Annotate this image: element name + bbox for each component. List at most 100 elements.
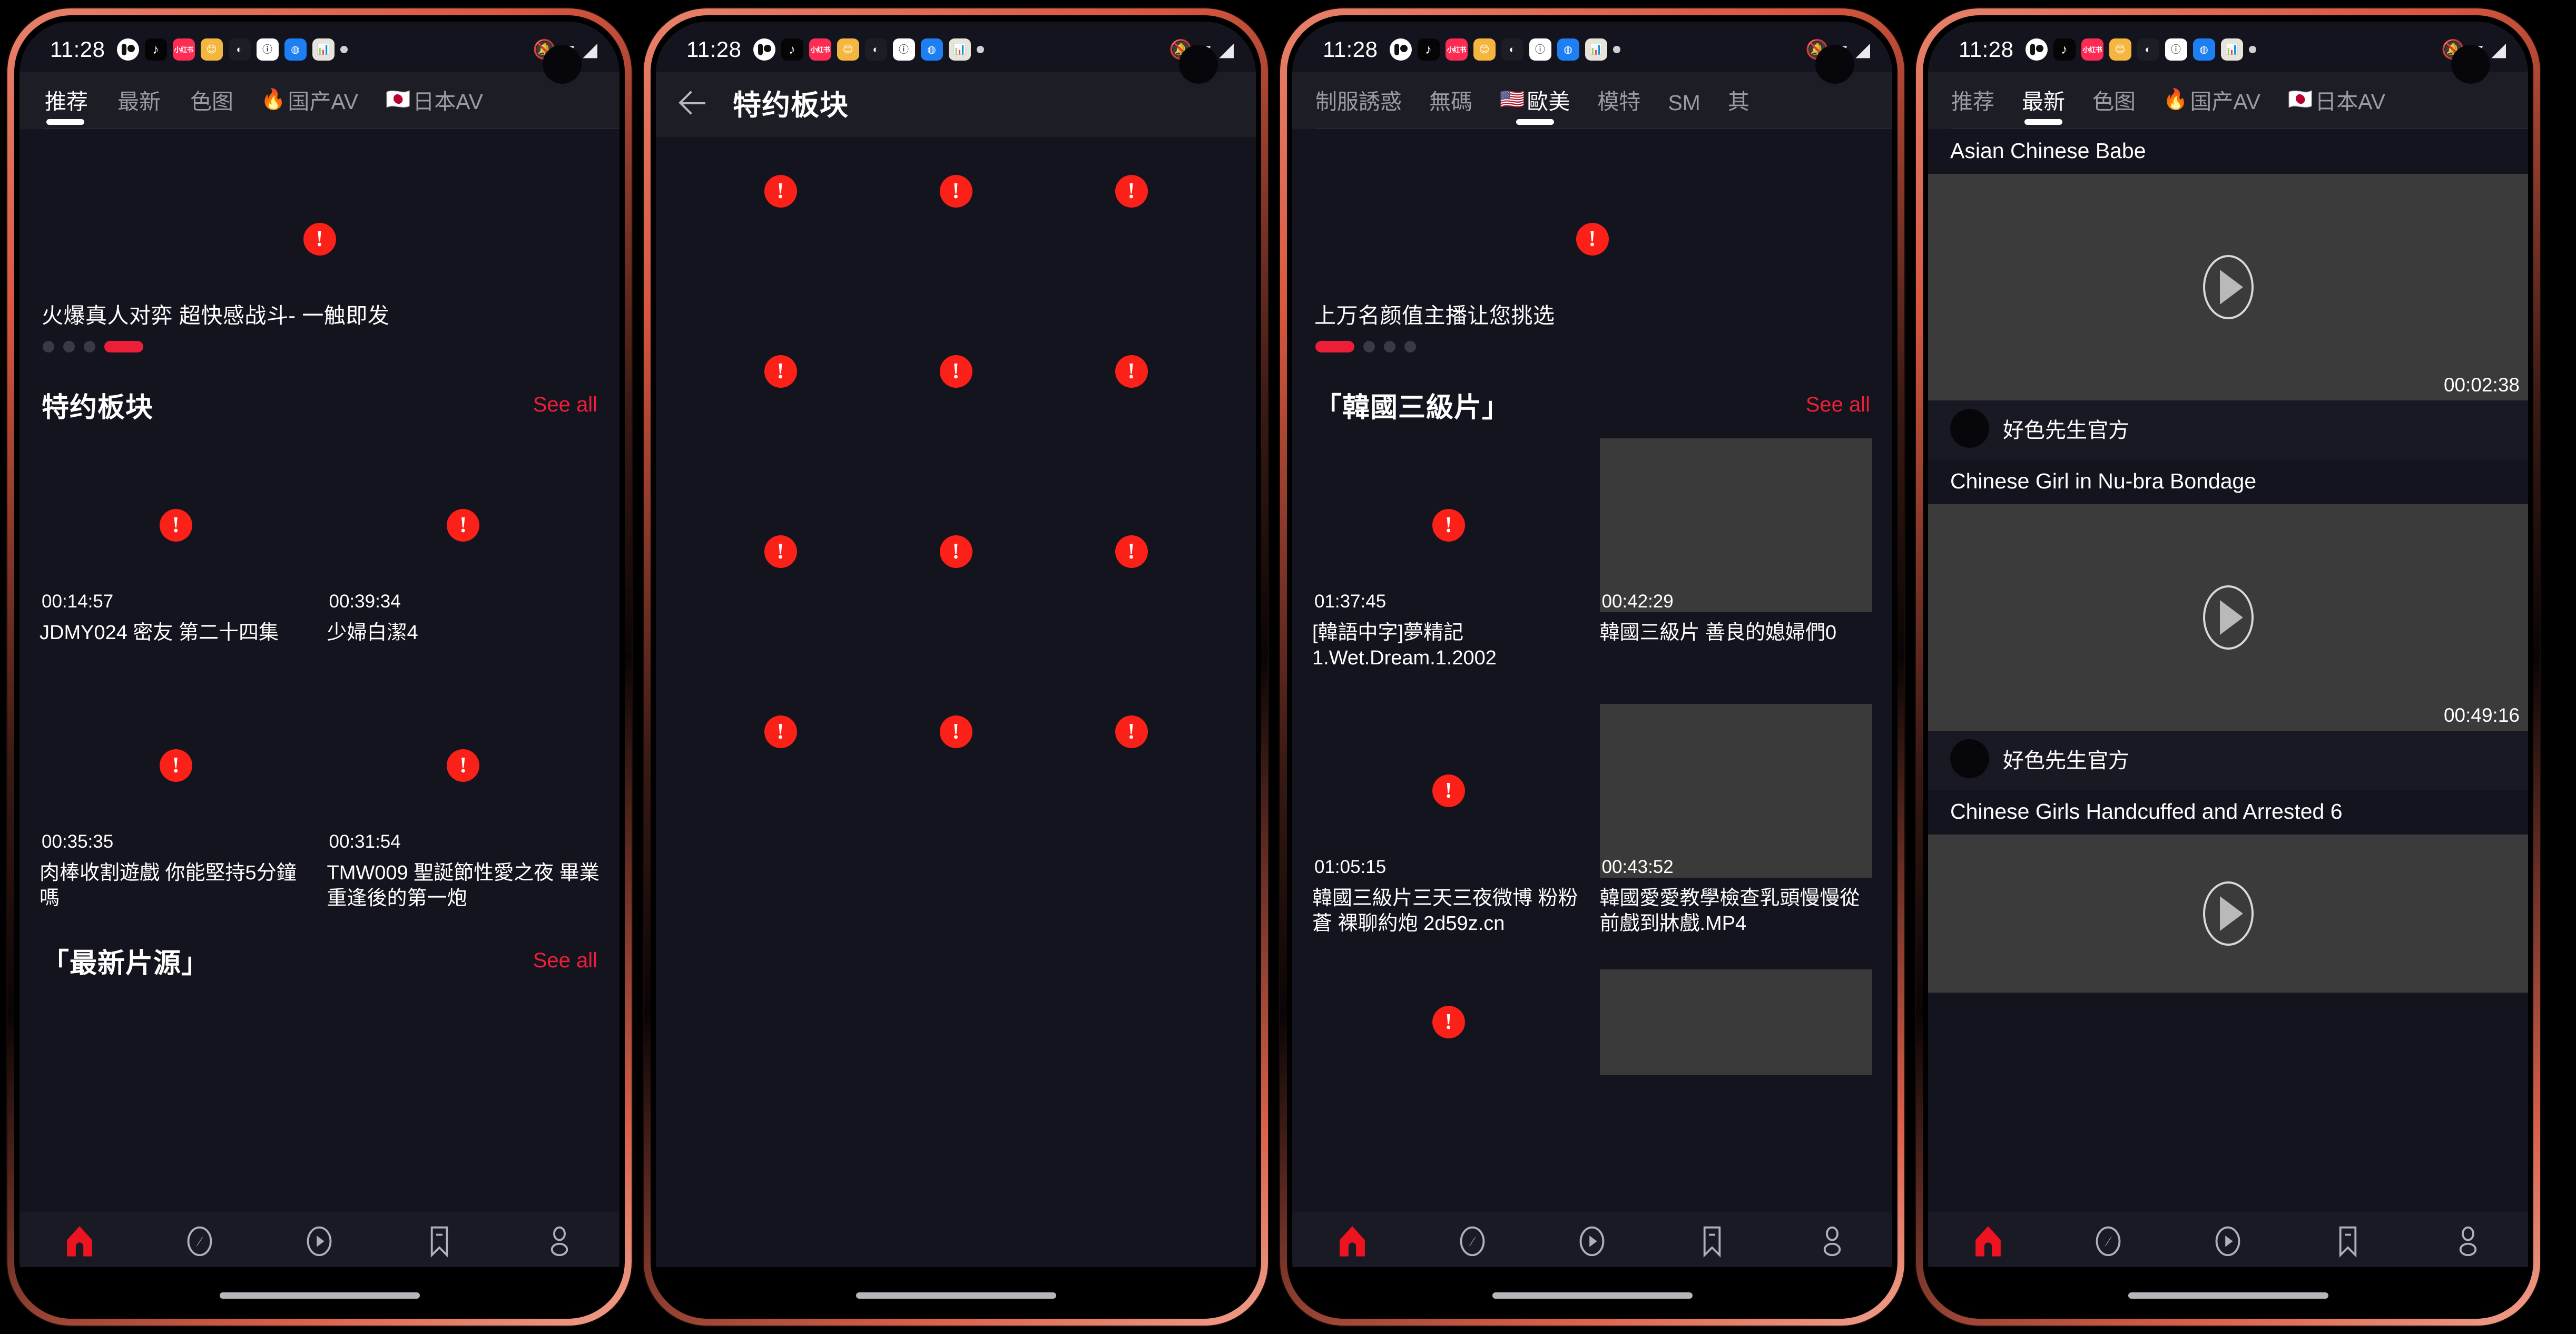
tab-guochan-av[interactable]: 🔥 国产AV [2163,84,2260,129]
phone-1-content: ! 火爆真人对弈 超快感战斗- 一触即发 特约板块 See all ! 00:1… [19,129,620,1212]
see-all-link[interactable]: See all [1806,393,1870,417]
tab-setu[interactable]: 色图 [188,84,233,129]
tab-wuma[interactable]: 無碼 [1429,84,1472,129]
author-name: 好色先生官方 [2003,749,2129,772]
video-thumbnail[interactable]: ! 00:31:54 [327,679,600,852]
tab-setu[interactable]: 色图 [2092,84,2136,129]
avatar [1950,409,1989,448]
banner-pagination[interactable] [43,341,143,352]
video-card[interactable]: ! 00:14:57 JDMY024 密友 第二十四集 [40,438,312,646]
see-all-link[interactable]: See all [533,393,597,417]
category-tab-bar[interactable]: 制服誘惑 無碼 🇺🇸 歐美 模特 SM 其 [1292,72,1892,129]
video-card[interactable]: ! 01:37:45 [韓語中字]夢精記 1.Wet.Dream.1.2002 [1312,438,1585,671]
video-card[interactable]: ! 00:35:35 肉棒收割遊戲 你能堅持5分鐘嗎 [40,679,312,911]
pagination-dot[interactable] [1404,341,1416,352]
video-thumbnail[interactable]: ! 00:35:35 [40,679,312,852]
promo-banner[interactable]: ! 火爆真人对弈 超快感战斗- 一触即发 [19,129,620,377]
feed-title: Chinese Girl in Nu-bra Bondage [1950,469,2257,493]
tab-label: 最新 [2022,90,2065,114]
gesture-bar[interactable] [1492,1292,1693,1299]
pagination-dot-active[interactable] [104,341,143,352]
pagination-dot[interactable] [43,341,54,352]
play-icon[interactable] [2203,255,2254,319]
banner-pagination[interactable] [1315,341,1416,352]
tab-zuixin[interactable]: 最新 [2022,84,2065,129]
tab-sm[interactable]: SM [1668,91,1700,129]
pagination-dot[interactable] [84,341,95,352]
tab-tuijian[interactable]: 推荐 [43,84,88,129]
category-tab-bar[interactable]: 推荐 最新 色图 🔥 国产AV 🇯🇵 日本AV [19,72,620,129]
video-card[interactable]: ! 01:05:15 韓國三級片三天三夜微博 粉粉蒼 裸聊約炮 2d59z.cn [1312,704,1585,937]
video-card[interactable]: 00:42:29 韓國三級片 善良的媳婦們0 [1599,438,1872,671]
video-card[interactable]: ! [1312,969,1585,1075]
promo-banner[interactable]: ! 上万名颜值主播让您挑选 [1292,129,1892,377]
broken-image-icon: ! [447,749,480,782]
tab-zuixin[interactable]: 最新 [115,84,161,129]
video-thumbnail[interactable]: 00:02:38 [1928,174,2528,400]
screen-chin [19,1267,620,1312]
feed-author-row[interactable]: 好色先生官方 [1928,400,2528,459]
tab-guochan-av[interactable]: 🔥 国产AV [261,84,358,129]
home-icon [1973,1225,2003,1258]
video-card[interactable]: ! 00:39:34 少婦白潔4 [327,438,600,646]
tab-zhifu-youhuo[interactable]: 制服誘惑 [1315,84,1402,129]
video-card[interactable]: ! 00:31:54 TMW009 聖誕節性愛之夜 畢業重逢後的第一炮 [327,679,600,911]
phone-4-screen: 11:28 ♪ 小红书 😊 ◐ ⓘ ◍ 📊 🔕 ▾ [1928,22,2528,1312]
video-title: [韓語中字]夢精記 1.Wet.Dream.1.2002 [1312,622,1497,669]
screen-chin [1292,1267,1892,1312]
pagination-dot[interactable] [1363,341,1375,352]
feed-item[interactable]: Asian Chinese Babe 00:02:38 好色先生官方 [1928,129,2528,459]
compass-icon [1457,1225,1488,1258]
broken-image-icon: ! [1576,223,1609,256]
video-thumbnail[interactable]: ! 01:05:15 [1312,704,1585,878]
video-thumbnail[interactable]: 00:43:52 [1599,703,1872,878]
play-icon[interactable] [2203,881,2254,946]
broken-image-icon: ! [1432,774,1465,807]
tab-riben-av[interactable]: 🇯🇵 日本AV [2288,84,2385,129]
feed-item[interactable]: Chinese Girls Handcuffed and Arrested 6 [1928,790,2528,993]
video-duration: 00:49:16 [2443,704,2520,726]
video-duration: 00:35:35 [42,831,114,852]
tab-qi[interactable]: 其 [1728,84,1749,129]
tab-oumei[interactable]: 🇺🇸 歐美 [1500,84,1570,129]
feed-item[interactable]: Chinese Girl in Nu-bra Bondage 00:49:16 … [1928,459,2528,790]
broken-image-icon: ! [447,509,480,542]
gesture-bar[interactable] [856,1292,1056,1299]
video-card[interactable] [1599,969,1872,1075]
pagination-dot[interactable] [63,341,75,352]
video-thumbnail[interactable]: ! 00:14:57 [40,438,312,612]
gesture-bar[interactable] [219,1292,420,1299]
globe-app-icon: ◍ [2192,38,2215,61]
feed-author-row[interactable]: 好色先生官方 [1928,731,2528,790]
broken-image-icon: ! [764,175,797,208]
tab-mote[interactable]: 模特 [1597,84,1640,129]
banner-caption: 火爆真人对弈 超快感战斗- 一触即发 [42,303,390,328]
video-thumbnail[interactable]: ! 00:39:34 [327,438,600,612]
broken-image-icon: ! [1115,355,1148,388]
broken-image-icon: ! [1115,175,1148,208]
back-arrow-icon[interactable] [679,88,709,117]
video-thumbnail[interactable]: ! [1312,969,1585,1075]
tab-tuijian[interactable]: 推荐 [1951,84,1994,129]
play-icon[interactable] [2203,585,2254,650]
tab-label: 色图 [190,90,233,114]
video-thumbnail[interactable] [1599,969,1872,1075]
globe-app-icon: ◍ [284,38,307,61]
broken-image-icon: ! [159,749,192,782]
front-camera-notch [1179,45,1218,84]
video-thumbnail[interactable] [1928,835,2528,993]
video-card[interactable]: 00:43:52 韓國愛愛教學檢查乳頭慢慢從前戲到牀戲.MP4 [1599,703,1872,937]
oval-face-icon [1389,38,1412,61]
status-clock: 11:28 [50,37,105,62]
video-thumbnail[interactable]: 00:42:29 [1599,438,1872,612]
tab-riben-av[interactable]: 🇯🇵 日本AV [386,84,483,129]
video-thumbnail[interactable]: ! 01:37:45 [1312,438,1585,612]
pagination-dot[interactable] [1384,341,1395,352]
info-app-icon: ⓘ [256,38,279,61]
play-circle-icon [2213,1225,2243,1258]
video-thumbnail[interactable]: 00:49:16 [1928,504,2528,731]
gesture-bar[interactable] [2128,1292,2328,1299]
pagination-dot-active[interactable] [1315,341,1354,352]
category-tab-bar[interactable]: 推荐 最新 色图 🔥 国产AV 🇯🇵 日本AV [1928,72,2528,129]
see-all-link[interactable]: See all [533,949,597,973]
